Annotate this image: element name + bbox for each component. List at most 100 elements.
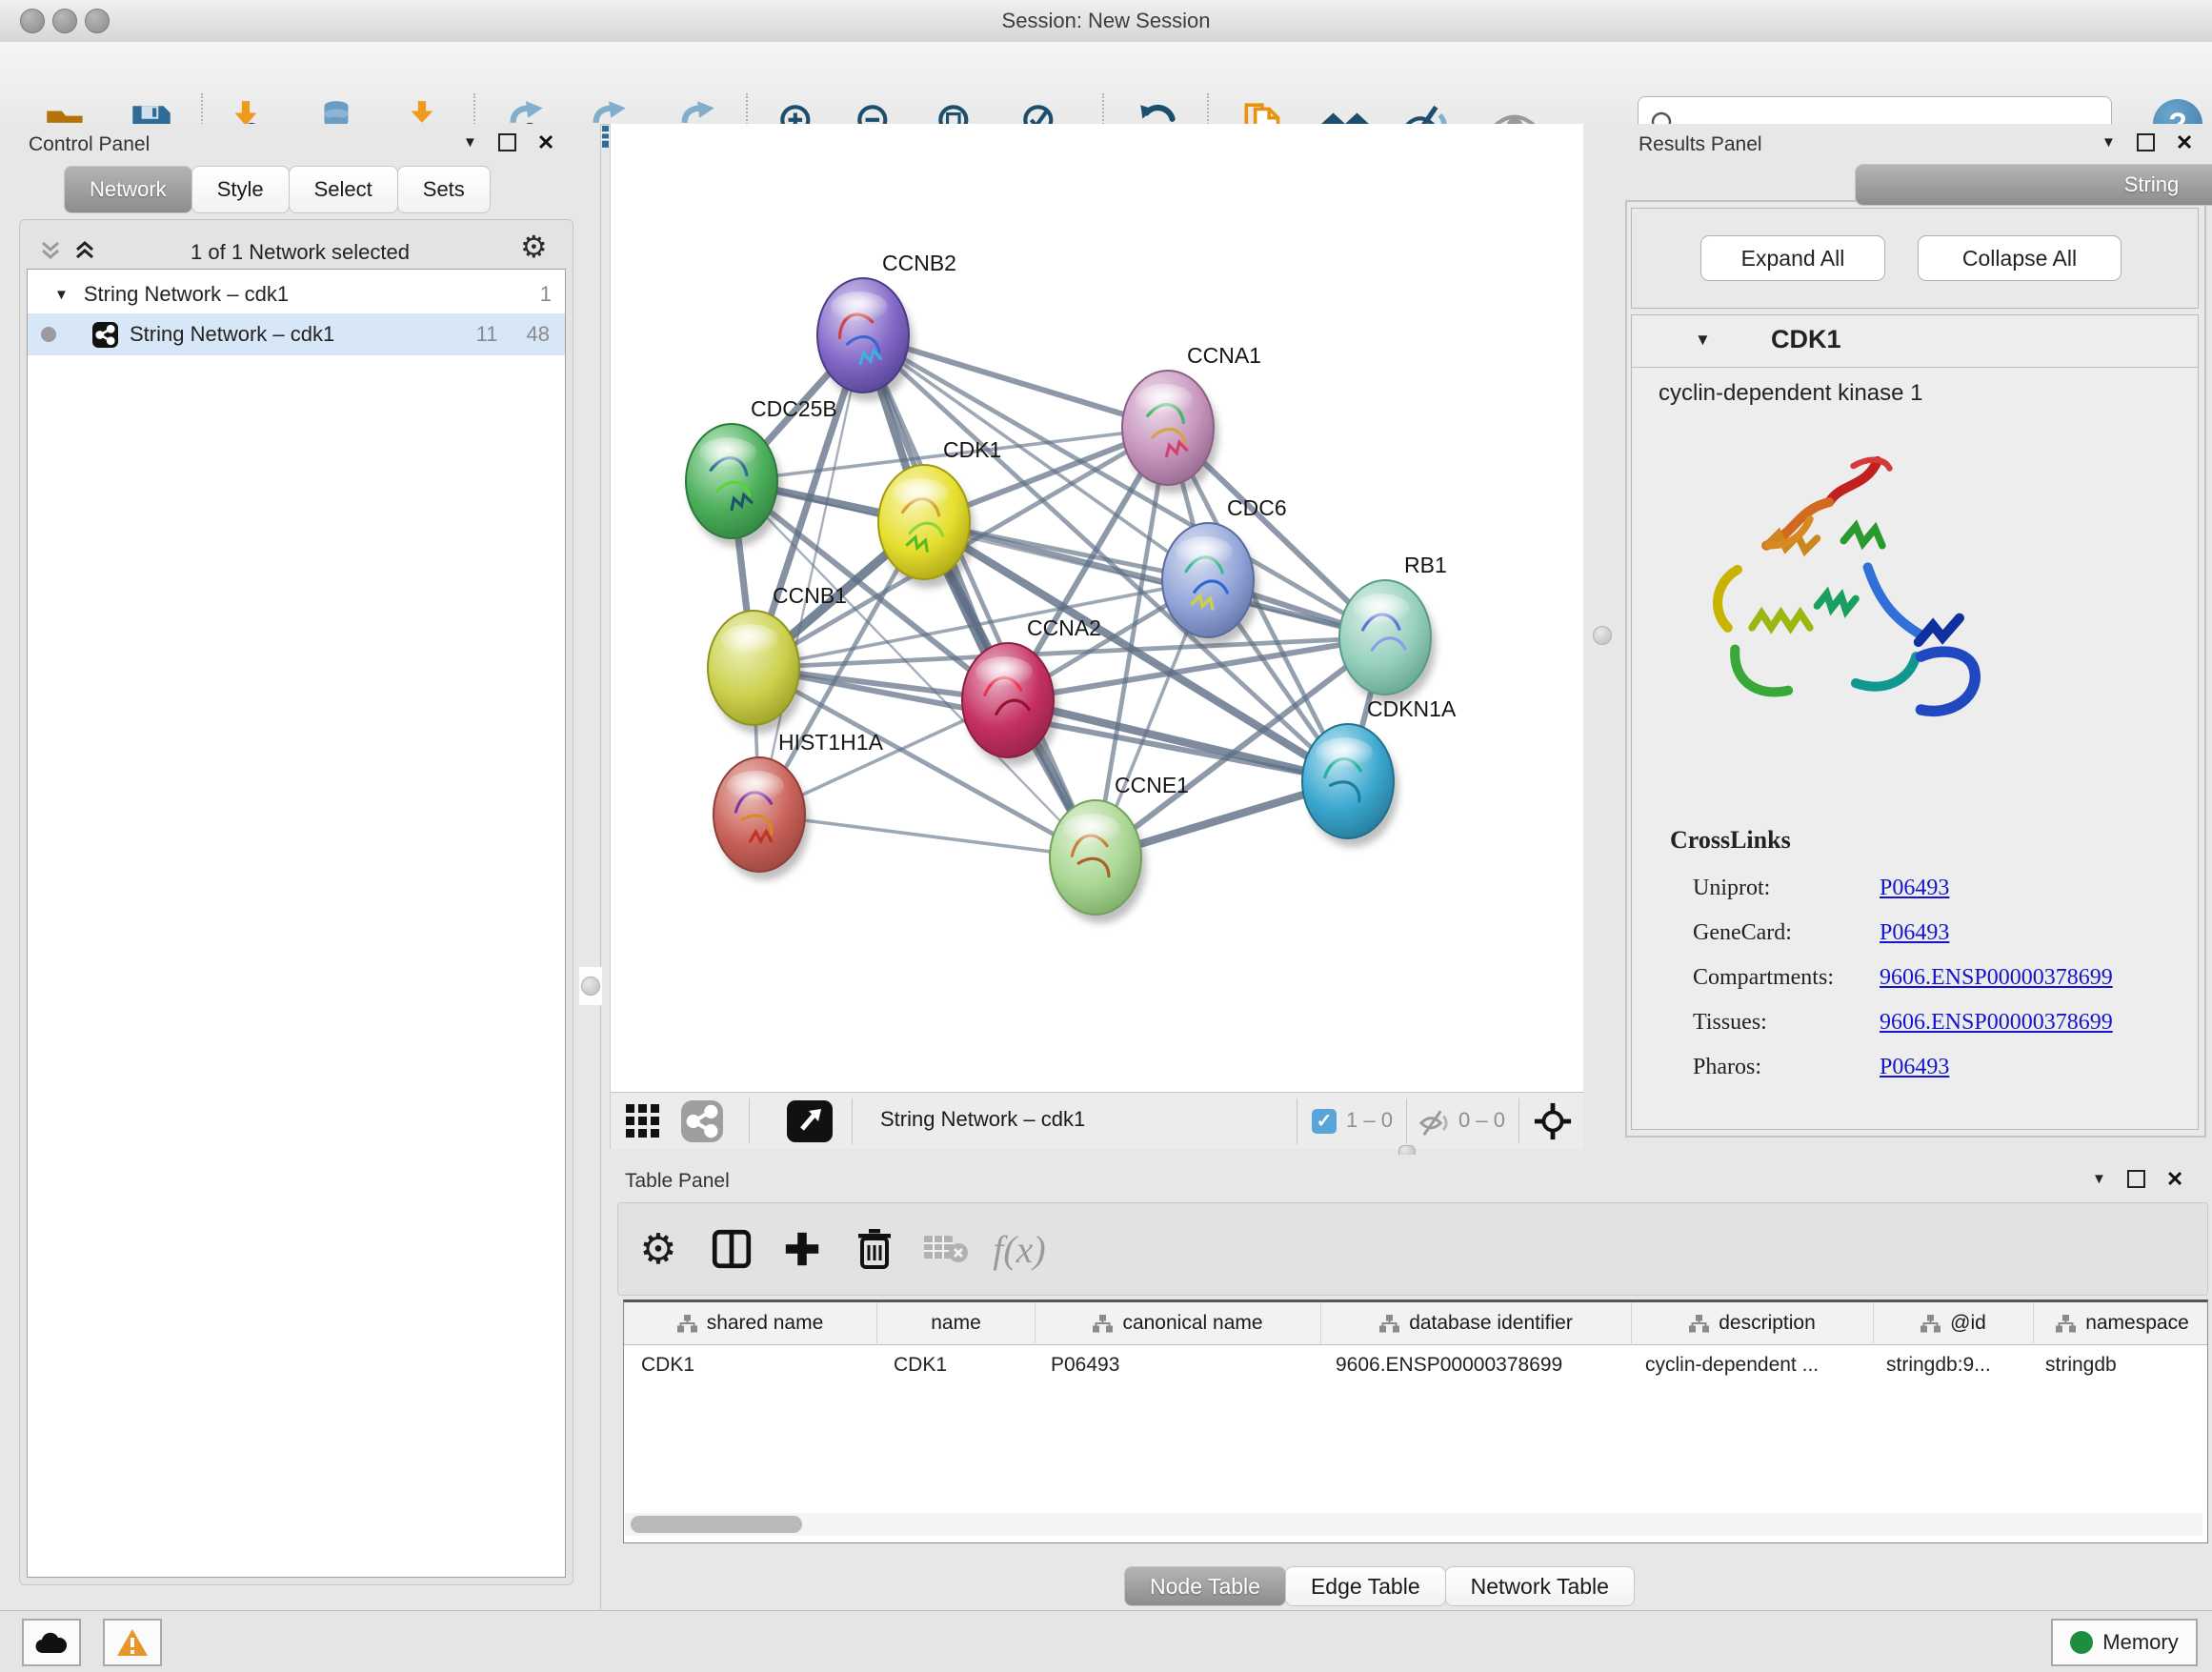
control-panel: Control Panel ▼ ✕ NetworkStyleSelectSets…	[0, 124, 601, 1610]
table-body: CDK1CDK1P064939606.ENSP00000378699cyclin…	[624, 1345, 2207, 1385]
selected-nodes-checkbox[interactable]: ✓	[1312, 1109, 1337, 1134]
panel-float-icon[interactable]	[498, 133, 516, 151]
cytoscape-window: Session: New Session	[0, 0, 2212, 1671]
crosslinks-title: CrossLinks	[1670, 826, 1791, 855]
network-edge-count: 48	[527, 322, 550, 347]
panel-menu-icon[interactable]: ▼	[463, 134, 477, 151]
tab-network-table[interactable]: Network Table	[1445, 1566, 1635, 1606]
collapse-all-button[interactable]: Collapse All	[1918, 235, 2122, 281]
crosslink-value-link[interactable]: 9606.ENSP00000378699	[1880, 1010, 2113, 1036]
entry-collapse-icon[interactable]: ▼	[1695, 331, 1711, 350]
panel-menu-icon[interactable]: ▼	[2101, 134, 2116, 151]
crosslink-value-link[interactable]: P06493	[1880, 876, 1949, 901]
column-label: namespace	[2085, 1312, 2189, 1335]
column-header-shared-name[interactable]: shared name	[624, 1302, 877, 1345]
table-row: CDK1CDK1P064939606.ENSP00000378699cyclin…	[624, 1345, 2207, 1385]
crosslink-row: Pharos:P06493	[1693, 1045, 2169, 1090]
grid-view-button[interactable]	[624, 1102, 662, 1145]
panel-menu-icon[interactable]: ▼	[2092, 1171, 2106, 1187]
panel-float-icon[interactable]	[2137, 133, 2155, 151]
table-cell[interactable]: stringdb	[2028, 1345, 2205, 1385]
table-cell[interactable]: cyclin-dependent ...	[1628, 1345, 1869, 1385]
tab-string[interactable]: String	[1855, 164, 2212, 206]
node-CDC6[interactable]	[1162, 523, 1258, 646]
table-options-button[interactable]: ⚙	[630, 1220, 687, 1278]
right-splitter[interactable]	[1583, 124, 1619, 1155]
network-tree: ▼ String Network – cdk1 1 String Network…	[27, 269, 566, 1578]
panel-close-icon[interactable]: ✕	[2176, 135, 2193, 150]
column-header-description[interactable]: description	[1632, 1302, 1874, 1345]
table-cell[interactable]: stringdb:9...	[1869, 1345, 2028, 1385]
panel-close-icon[interactable]: ✕	[537, 135, 554, 150]
function-builder-button[interactable]: f(x)	[991, 1220, 1048, 1278]
panel-close-icon[interactable]: ✕	[2166, 1172, 2183, 1186]
toolbar-separator	[1518, 1098, 1519, 1144]
protein-structure-image	[1675, 420, 2037, 792]
entry-header[interactable]: ▼ CDK1	[1632, 315, 2198, 368]
expand-all-button[interactable]: Expand All	[1700, 235, 1885, 281]
tab-select[interactable]: Select	[289, 166, 398, 213]
splitter-grip[interactable]	[581, 977, 600, 996]
tab-node-table[interactable]: Node Table	[1124, 1566, 1286, 1606]
show-columns-button[interactable]	[703, 1220, 760, 1278]
column-label: database identifier	[1409, 1312, 1573, 1335]
node-label-CDC6: CDC6	[1227, 495, 1287, 520]
crosslink-label: Compartments:	[1693, 965, 1880, 991]
node-HIST1H1A[interactable]	[714, 757, 810, 880]
table-cell[interactable]: P06493	[1034, 1345, 1318, 1385]
network-canvas[interactable]: CCNB2CCNA1CDC25BCDK1CDC6RB1CCNB1CCNA2CDK…	[610, 124, 1585, 1092]
column-header-canonical-name[interactable]: canonical name	[1036, 1302, 1321, 1345]
add-column-button[interactable]	[774, 1220, 831, 1278]
detach-view-icon	[787, 1100, 833, 1142]
left-splitter[interactable]	[579, 967, 602, 1005]
network-view-title: String Network – cdk1	[880, 1107, 1085, 1132]
tree-expand-icon[interactable]: ▼	[54, 287, 69, 303]
column-header--id[interactable]: @id	[1874, 1302, 2034, 1345]
gene-symbol: CDK1	[1771, 325, 1841, 354]
network-view-mode-button[interactable]	[681, 1100, 723, 1147]
warning-icon	[116, 1628, 149, 1657]
hidden-items-icon	[1416, 1104, 1452, 1145]
column-header-database-identifier[interactable]: database identifier	[1321, 1302, 1632, 1345]
tab-sets[interactable]: Sets	[397, 166, 491, 213]
birdseye-view-button[interactable]	[787, 1100, 833, 1147]
tab-style[interactable]: Style	[191, 166, 290, 213]
network-list-options-button[interactable]: ⚙	[520, 229, 548, 265]
memory-status-dot	[2070, 1631, 2093, 1654]
crosslink-value-link[interactable]: P06493	[1880, 920, 1949, 946]
network-label: String Network – cdk1	[130, 322, 334, 347]
node-CDKN1A[interactable]	[1302, 724, 1398, 847]
scrollbar-thumb[interactable]	[631, 1516, 802, 1533]
column-label: shared name	[707, 1312, 824, 1335]
delete-table-button[interactable]	[917, 1220, 975, 1278]
column-header-name[interactable]: name	[877, 1302, 1036, 1345]
panel-float-icon[interactable]	[2127, 1170, 2145, 1188]
warnings-button[interactable]	[103, 1619, 162, 1666]
table-hscrollbar[interactable]	[625, 1513, 2202, 1536]
edge-CCNB2-CCNE1[interactable]	[863, 335, 1096, 857]
node-CCNB1[interactable]	[708, 611, 804, 734]
delete-column-button[interactable]	[846, 1220, 903, 1278]
tab-network[interactable]: Network	[64, 166, 192, 213]
edge-CCNA2-CDKN1A[interactable]	[1008, 700, 1348, 781]
crosslink-value-link[interactable]: 9606.ENSP00000378699	[1880, 965, 2113, 991]
network-collection-row[interactable]: ▼ String Network – cdk1 1	[28, 275, 565, 313]
table-cell[interactable]: 9606.ENSP00000378699	[1318, 1345, 1628, 1385]
node-CCNA2[interactable]	[962, 643, 1058, 766]
cloud-status-button[interactable]	[22, 1619, 81, 1666]
node-CCNA1[interactable]	[1122, 371, 1218, 494]
node-label-RB1: RB1	[1404, 553, 1447, 577]
crosslink-value-link[interactable]: P06493	[1880, 1055, 1949, 1080]
column-header-namespace[interactable]: namespace	[2034, 1302, 2208, 1345]
tab-edge-table[interactable]: Edge Table	[1285, 1566, 1446, 1606]
node-CCNE1[interactable]	[1050, 800, 1146, 923]
table-cell[interactable]: CDK1	[624, 1345, 876, 1385]
table-cell[interactable]: CDK1	[876, 1345, 1034, 1385]
node-CDK1[interactable]	[878, 465, 975, 588]
node-RB1[interactable]	[1339, 580, 1436, 703]
splitter-grip[interactable]	[1593, 626, 1612, 645]
network-row[interactable]: String Network – cdk1 11 48	[28, 313, 565, 355]
node-CCNB2[interactable]	[817, 278, 914, 401]
fit-content-button[interactable]	[1533, 1101, 1573, 1146]
memory-button[interactable]: Memory	[2051, 1619, 2198, 1666]
